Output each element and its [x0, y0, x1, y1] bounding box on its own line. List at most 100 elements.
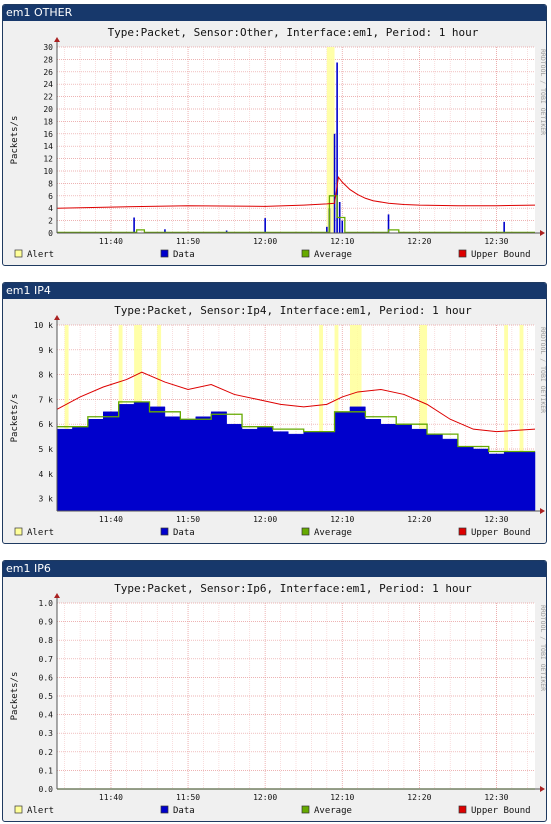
legend-label-average: Average: [314, 528, 352, 538]
legend-label-alert: Alert: [27, 806, 54, 816]
x-tick-label: 12:30: [484, 793, 508, 802]
x-tick-label: 12:10: [330, 515, 354, 524]
x-tick-label: 11:40: [99, 237, 123, 246]
y-tick-label: 0.1: [39, 766, 54, 775]
chart-title: Type:Packet, Sensor:Other, Interface:em1…: [108, 26, 479, 39]
x-tick-label: 11:50: [176, 237, 200, 246]
y-axis-arrow: [54, 315, 60, 320]
x-tick-label: 11:40: [99, 515, 123, 524]
panel-em1-ip4: em1 IP4 Type:Packet, Sensor:Ip4, Interfa…: [2, 282, 547, 544]
watermark: RRDTOOL / TOBI OETIKER: [539, 327, 546, 413]
chart-ip4: Type:Packet, Sensor:Ip4, Interface:em1, …: [10, 304, 546, 538]
panel-header: em1 IP6: [3, 561, 546, 577]
legend-swatch-alert: [14, 527, 23, 536]
x-tick-label: 12:00: [253, 237, 277, 246]
y-tick-label: 7 k: [39, 395, 54, 404]
x-tick-label: 12:10: [330, 237, 354, 246]
y-tick-label: 0.7: [39, 655, 54, 664]
legend-label-data: Data: [173, 250, 195, 260]
x-axis-arrow: [540, 230, 545, 236]
y-tick-label: 0.2: [39, 748, 54, 757]
x-axis-arrow: [540, 786, 545, 792]
watermark: RRDTOOL / TOBI OETIKER: [539, 605, 546, 691]
y-tick-label: 28: [43, 55, 53, 64]
legend-label-upper-bound: Upper Bound: [471, 250, 531, 260]
y-tick-label: 0.9: [39, 618, 54, 627]
legend-swatch-data: [160, 249, 169, 258]
y-tick-label: 2: [48, 217, 53, 226]
y-tick-label: 9 k: [39, 346, 54, 355]
x-tick-label: 12:00: [253, 793, 277, 802]
panel-em1-other: em1 OTHER Type:Packet, Sensor:Other, Int…: [2, 4, 547, 266]
y-tick-label: 1.0: [39, 599, 54, 608]
panel-em1-ip6: em1 IP6 Type:Packet, Sensor:Ip6, Interfa…: [2, 560, 547, 822]
legend-swatch-average: [301, 249, 310, 258]
legend-label-upper-bound: Upper Bound: [471, 528, 531, 538]
legend-swatch-upper-bound: [458, 527, 467, 536]
y-tick-label: 4: [48, 204, 53, 213]
y-tick-label: 20: [43, 105, 53, 114]
y-axis-arrow: [54, 37, 60, 42]
x-axis-arrow: [540, 508, 545, 514]
y-tick-label: 3 k: [39, 495, 54, 504]
y-tick-label: 8: [48, 179, 53, 188]
legend-label-alert: Alert: [27, 250, 54, 260]
y-tick-label: 0.5: [39, 692, 54, 701]
y-tick-label: 4 k: [39, 470, 54, 479]
legend-swatch-data: [160, 527, 169, 536]
y-tick-label: 24: [43, 80, 53, 89]
legend-swatch-upper-bound: [458, 805, 467, 814]
legend-label-alert: Alert: [27, 528, 54, 538]
y-tick-label: 5 k: [39, 445, 54, 454]
watermark: RRDTOOL / TOBI OETIKER: [539, 49, 546, 135]
y-axis-label: Packets/s: [10, 394, 20, 443]
y-tick-label: 22: [43, 93, 53, 102]
x-tick-label: 12:00: [253, 515, 277, 524]
legend-swatch-alert: [14, 805, 23, 814]
y-axis-label: Packets/s: [10, 672, 20, 721]
panel-header: em1 OTHER: [3, 5, 546, 21]
y-tick-label: 14: [43, 142, 53, 151]
legend-label-upper-bound: Upper Bound: [471, 806, 531, 816]
y-tick-label: 26: [43, 68, 53, 77]
x-tick-label: 12:20: [407, 237, 431, 246]
x-tick-label: 11:50: [176, 793, 200, 802]
legend-swatch-average: [301, 805, 310, 814]
x-tick-label: 12:20: [407, 515, 431, 524]
x-tick-label: 12:30: [484, 237, 508, 246]
y-tick-label: 0.8: [39, 636, 54, 645]
y-axis-label: Packets/s: [10, 116, 20, 165]
legend-swatch-average: [301, 527, 310, 536]
x-tick-label: 11:40: [99, 793, 123, 802]
legend-label-data: Data: [173, 806, 195, 816]
y-tick-label: 10 k: [34, 321, 53, 330]
y-tick-label: 0.3: [39, 729, 54, 738]
y-tick-label: 30: [43, 43, 53, 52]
y-tick-label: 18: [43, 117, 53, 126]
legend-swatch-data: [160, 805, 169, 814]
y-axis-arrow: [54, 593, 60, 598]
y-tick-label: 0: [48, 229, 53, 238]
legend-swatch-upper-bound: [458, 249, 467, 258]
legend-label-data: Data: [173, 528, 195, 538]
x-tick-label: 12:10: [330, 793, 354, 802]
y-tick-label: 12: [43, 155, 53, 164]
legend-label-average: Average: [314, 806, 352, 816]
legend-swatch-alert: [14, 249, 23, 258]
chart-other: Type:Packet, Sensor:Other, Interface:em1…: [10, 26, 546, 260]
y-tick-label: 6: [48, 192, 53, 201]
y-tick-label: 0.4: [39, 711, 54, 720]
y-tick-label: 6 k: [39, 420, 54, 429]
y-tick-label: 8 k: [39, 371, 54, 380]
chart-ip6: Type:Packet, Sensor:Ip6, Interface:em1, …: [10, 582, 546, 816]
x-tick-label: 12:20: [407, 793, 431, 802]
panel-header: em1 IP4: [3, 283, 546, 299]
x-tick-label: 12:30: [484, 515, 508, 524]
chart-title: Type:Packet, Sensor:Ip4, Interface:em1, …: [114, 304, 472, 317]
legend-label-average: Average: [314, 250, 352, 260]
y-tick-label: 0.0: [39, 785, 54, 794]
chart-title: Type:Packet, Sensor:Ip6, Interface:em1, …: [114, 582, 472, 595]
y-tick-label: 16: [43, 130, 53, 139]
y-tick-label: 0.6: [39, 673, 54, 682]
alert-band: [326, 47, 335, 233]
